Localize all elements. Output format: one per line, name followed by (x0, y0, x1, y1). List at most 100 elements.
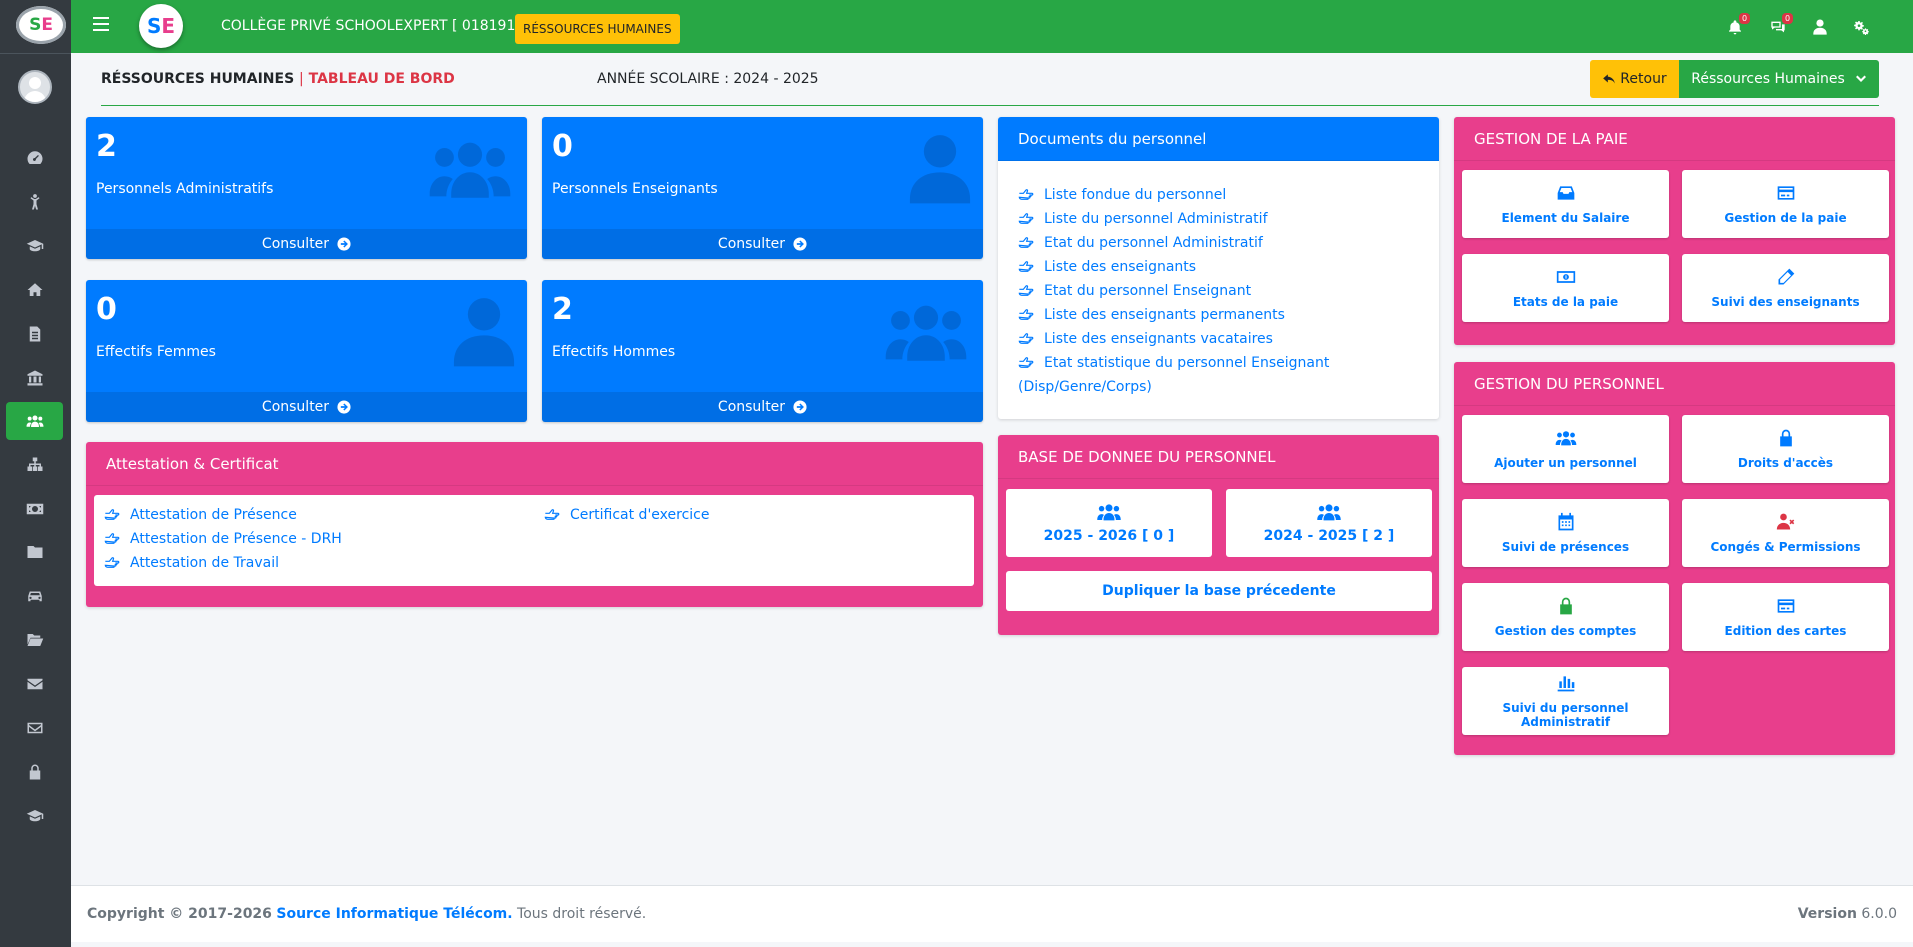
sidebar-item-hr[interactable] (6, 402, 63, 440)
back-button[interactable]: Retour (1590, 60, 1679, 98)
lock-icon (1779, 429, 1792, 447)
copyright: Copyright © 2017-2026 Source Informatiqu… (87, 906, 647, 922)
duplicate-database-button[interactable]: Dupliquer la base précedente (1006, 571, 1432, 611)
user-icon (907, 133, 973, 205)
access-rights-button[interactable]: Droits d'accès (1682, 415, 1889, 483)
hand-point-right-icon (1018, 256, 1034, 268)
attestation-list-right: Certificat d'exercice (544, 503, 709, 527)
messages-button[interactable]: 0 (1767, 13, 1793, 38)
consult-link[interactable]: Consulter (86, 392, 527, 422)
lock-icon (29, 764, 40, 780)
app-version: Version 6.0.0 (1797, 906, 1897, 922)
sidebar-item-students[interactable] (6, 183, 63, 221)
sidebar-item-home[interactable] (6, 271, 63, 309)
certificate-link[interactable]: Certificat d'exercice (544, 503, 709, 527)
attestation-body: Attestation de Présence Attestation de P… (94, 495, 974, 586)
sidebar-item-dashboard[interactable] (6, 139, 63, 177)
document-link[interactable]: Liste des enseignants (1018, 255, 1329, 279)
consult-link[interactable]: Consulter (86, 229, 527, 259)
sidebar-item-organization[interactable] (6, 446, 63, 484)
settings-button[interactable] (1850, 16, 1872, 38)
sidebar-item-transport[interactable] (6, 577, 63, 615)
brand-logo[interactable]: SE (139, 4, 183, 48)
folder-icon (27, 546, 42, 558)
attestation-link[interactable]: Attestation de Présence (104, 503, 342, 527)
money-icon (26, 503, 43, 515)
cogs-icon (1854, 21, 1869, 35)
unlock-icon (1559, 597, 1572, 615)
arrow-circle-right-icon (793, 400, 807, 414)
document-link[interactable]: Etat du personnel Enseignant (1018, 279, 1329, 303)
database-year-current[interactable]: 2025 - 2026 [ 0 ] (1006, 489, 1212, 557)
documents-list: Liste fondue du personnel Liste du perso… (1018, 183, 1329, 399)
notifications-count: 0 (1739, 13, 1750, 24)
page-title: RÉSSOURCES HUMAINES | TABLEAU DE BORD (101, 71, 455, 87)
document-link[interactable]: Liste des enseignants permanents (1018, 303, 1329, 327)
card-title: GESTION DE LA PAIE (1454, 117, 1895, 161)
attestation-card: Attestation & Certificat Attestation de … (86, 442, 983, 607)
consult-link[interactable]: Consulter (542, 229, 983, 259)
card-printing-button[interactable]: Edition des cartes (1682, 583, 1889, 651)
tachometer-icon (27, 151, 43, 164)
stat-box-men: 2 Effectifs Hommes Consulter (542, 280, 983, 422)
credit-card-icon (1777, 186, 1794, 200)
notifications-button[interactable]: 0 (1724, 13, 1750, 38)
module-badge[interactable]: RÉSSOURCES HUMAINES (515, 14, 680, 44)
stat-value: 0 (96, 292, 117, 327)
child-icon (30, 194, 39, 210)
document-link[interactable]: Liste du personnel Administratif (1018, 207, 1329, 231)
sidebar-divider (0, 53, 71, 54)
home-icon (27, 283, 42, 296)
sidebar-item-documents[interactable] (6, 315, 63, 353)
sidebar-item-exams[interactable] (6, 797, 63, 835)
sidebar-item-finance[interactable] (6, 490, 63, 528)
credit-card-icon (1777, 599, 1794, 613)
consult-link[interactable]: Consulter (542, 392, 983, 422)
arrow-circle-right-icon (793, 237, 807, 251)
sidebar-item-messages[interactable] (6, 665, 63, 703)
money-bill-icon (1556, 271, 1575, 283)
sidebar-item-security[interactable] (6, 753, 63, 791)
document-link[interactable]: Etat statistique du personnel Enseignant (1018, 351, 1329, 375)
document-link[interactable]: Liste des enseignants vacataires (1018, 327, 1329, 351)
document-link-continuation[interactable]: (Disp/Genre/Corps) (1018, 375, 1329, 399)
sidebar-item-files[interactable] (6, 621, 63, 659)
stat-label: Personnels Enseignants (552, 181, 718, 197)
arrow-circle-right-icon (337, 237, 351, 251)
sidebar-item-academics[interactable] (6, 227, 63, 265)
hand-point-right-icon (1018, 328, 1034, 340)
sitemap-icon (27, 457, 42, 471)
salary-element-button[interactable]: Element du Salaire (1462, 170, 1669, 238)
attestation-link[interactable]: Attestation de Travail (104, 551, 342, 575)
payroll-reports-button[interactable]: Etats de la paie (1462, 254, 1669, 322)
admin-staff-tracking-button[interactable]: Suivi du personnel Administratif (1462, 667, 1669, 735)
folder-open-icon (27, 634, 43, 646)
document-link[interactable]: Etat du personnel Administratif (1018, 231, 1329, 255)
payroll-card: GESTION DE LA PAIE Element du Salaire Ge… (1454, 117, 1895, 345)
users-icon (1555, 428, 1577, 448)
accounts-management-button[interactable]: Gestion des comptes (1462, 583, 1669, 651)
users-icon (1316, 502, 1342, 522)
attendance-tracking-button[interactable]: Suivi de présences (1462, 499, 1669, 567)
user-menu-button[interactable] (1809, 16, 1831, 38)
module-menu-button[interactable]: Réssources Humaines (1679, 60, 1879, 98)
mortar-board-icon (26, 810, 43, 822)
user-icon (1812, 19, 1828, 35)
stat-label: Effectifs Hommes (552, 344, 676, 360)
menu-toggle-icon[interactable] (93, 17, 109, 35)
add-staff-button[interactable]: Ajouter un personnel (1462, 415, 1669, 483)
car-icon (27, 591, 42, 602)
payroll-management-button[interactable]: Gestion de la paie (1682, 170, 1889, 238)
attestation-link[interactable]: Attestation de Présence - DRH (104, 527, 342, 551)
database-year-previous[interactable]: 2024 - 2025 [ 2 ] (1226, 489, 1432, 557)
sidebar-item-archives[interactable] (6, 533, 63, 571)
teacher-tracking-button[interactable]: Suivi des enseignants (1682, 254, 1889, 322)
sidebar-logo[interactable]: SE (16, 6, 66, 44)
sidebar-item-mail[interactable] (6, 709, 63, 747)
sidebar-item-institution[interactable] (6, 359, 63, 397)
user-avatar[interactable] (18, 70, 52, 104)
arrow-circle-right-icon (337, 400, 351, 414)
leave-permissions-button[interactable]: Congés & Permissions (1682, 499, 1889, 567)
document-link[interactable]: Liste fondue du personnel (1018, 183, 1329, 207)
company-link[interactable]: Source Informatique Télécom. (276, 906, 512, 922)
